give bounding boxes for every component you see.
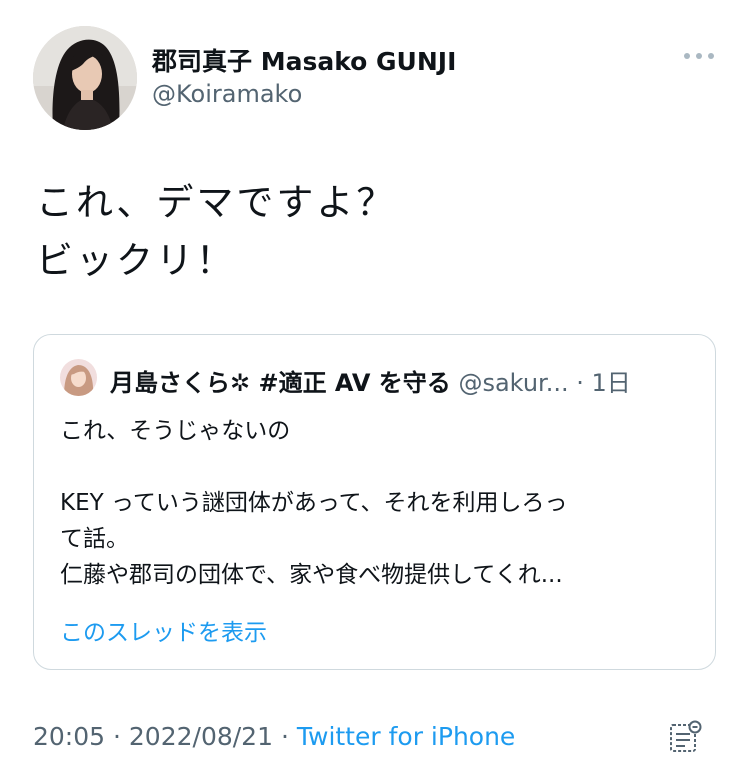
quoted-header: 月島さくら✲ #適正 AV を守る @sakur... · 1日 [110,363,710,395]
analytics-icon-graphic [670,720,702,752]
quoted-avatar-image [60,359,97,396]
more-dot [708,53,714,59]
meta-separator: · [113,722,121,751]
more-dot [684,53,690,59]
meta-separator: · [280,722,289,751]
quoted-time: 1日 [591,369,631,395]
quoted-text-line: て話。 [60,526,129,552]
quoted-text-line: KEY っていう謎団体があって、それを利用しろっ [60,490,568,516]
author-avatar[interactable] [33,26,137,130]
quoted-separator: · [576,369,584,395]
show-thread-link[interactable]: このスレッドを表示 [60,613,267,647]
tweet-source[interactable]: Twitter for iPhone [297,722,515,751]
avatar-image [33,26,137,130]
author-display-name[interactable]: 郡司真子 Masako GUNJI [152,42,456,78]
quoted-text-blank [60,449,700,485]
quoted-handle: @sakur... [458,369,569,395]
quoted-display-name: 月島さくら✲ #適正 AV を守る [110,369,451,395]
tweet-time[interactable]: 20:05 [33,722,105,751]
tweet-meta: 20:05 · 2022/08/21 · Twitter for iPhone [33,722,515,751]
author-handle[interactable]: @Koiramako [152,80,302,108]
tweet-date[interactable]: 2022/08/21 [129,722,273,751]
quoted-tweet[interactable]: 月島さくら✲ #適正 AV を守る @sakur... · 1日 これ、そうじゃ… [33,334,716,670]
quoted-text-line: これ、そうじゃないの [60,418,291,444]
quoted-text-line: 仁藤や郡司の団体で、家や食べ物提供してくれ... [60,562,563,588]
more-dot [696,53,702,59]
tweet-line: ビックリ！ [36,239,236,282]
more-icon[interactable] [684,46,714,66]
quoted-author-avatar [60,359,97,396]
quoted-text: これ、そうじゃないの KEY っていう謎団体があって、それを利用しろっ て話。 … [60,413,700,593]
analytics-icon[interactable] [668,720,704,756]
tweet-line: これ、デマですよ？ [36,181,397,224]
tweet-text: これ、デマですよ？ ビックリ！ [36,174,396,290]
